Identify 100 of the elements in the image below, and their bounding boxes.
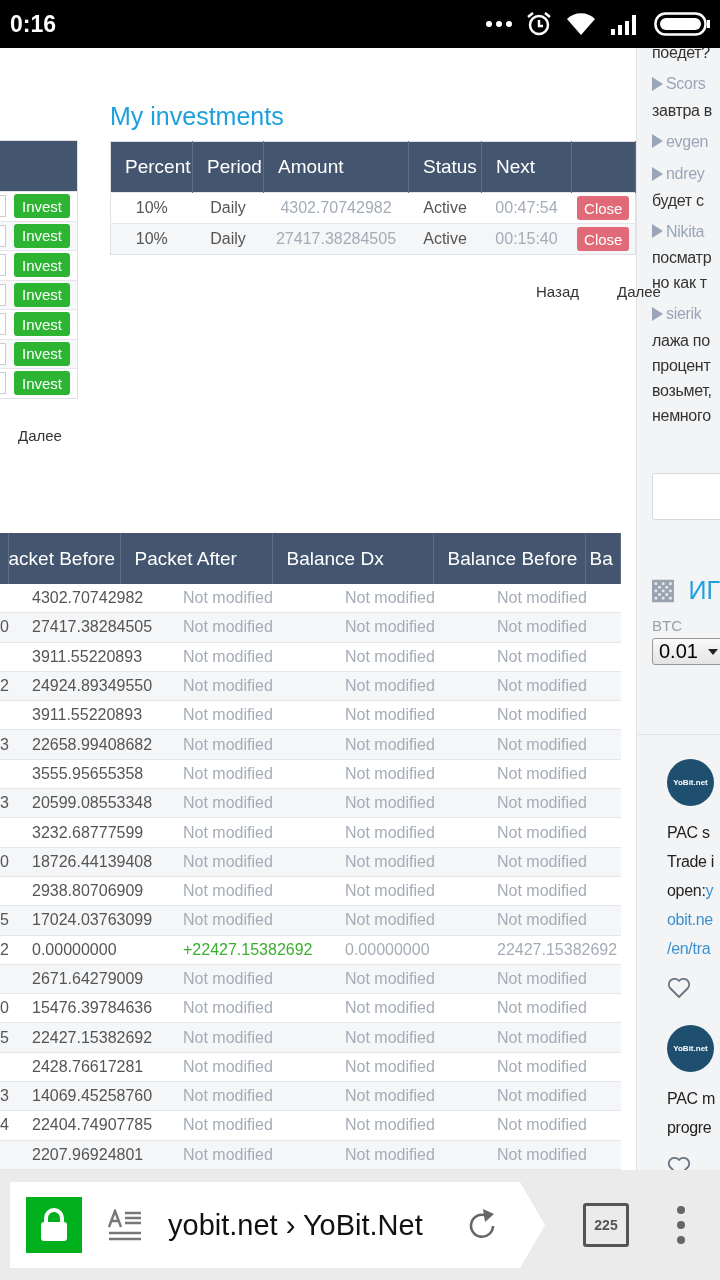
table-cell: Not modified <box>168 1110 330 1141</box>
close-button[interactable]: Close <box>577 227 630 251</box>
table-cell: 22427.15382692 <box>8 1022 168 1053</box>
table-cell: 2 <box>0 940 9 958</box>
chat-message: немного <box>652 405 712 426</box>
column-header: Next <box>481 141 572 193</box>
menu-icon[interactable] <box>677 1206 685 1244</box>
table-cell: Not modified <box>330 964 482 994</box>
invest-button[interactable]: Invest <box>14 194 70 219</box>
table-cell: Not modified <box>330 1140 482 1170</box>
avatar-logo: YoBit.net <box>667 759 714 806</box>
chat-username[interactable]: Nikita <box>652 218 705 244</box>
table-cell: 15476.39784636 <box>8 993 168 1023</box>
section-title: My investments <box>110 102 285 132</box>
table-cell: Not modified <box>168 847 330 877</box>
reader-icon[interactable] <box>108 1209 142 1241</box>
table-cell: Not modified <box>168 993 330 1023</box>
battery-icon <box>654 12 710 36</box>
post-link[interactable]: y <box>705 876 714 905</box>
lock-icon[interactable] <box>26 1197 82 1253</box>
table-cell: Not modified <box>330 993 482 1023</box>
table-cell: Not modified <box>168 1081 330 1111</box>
table-cell: 3 <box>0 1087 9 1105</box>
triangle-icon <box>652 166 663 181</box>
table-cell: 20599.08553348 <box>8 788 168 818</box>
table-cell: Not modified <box>168 671 330 701</box>
table-cell: 3555.95655358 <box>8 759 168 789</box>
table-cell: Not modified <box>330 584 482 613</box>
next-link[interactable]: Далее <box>18 426 62 444</box>
table-cell: Not modified <box>482 612 621 643</box>
table-cell: 3911.55220893 <box>8 642 168 672</box>
invest-button[interactable]: Invest <box>14 371 70 396</box>
chat-input-field[interactable] <box>652 473 720 520</box>
table-cell: Not modified <box>482 642 621 672</box>
table-cell: Not modified <box>330 905 482 936</box>
table-cell: Not modified <box>168 612 330 643</box>
table-cell: Not modified <box>482 584 621 613</box>
table-cell: Not modified <box>168 905 330 936</box>
amount-field[interactable] <box>0 342 6 365</box>
wifi-icon <box>566 12 596 36</box>
table-cell: Not modified <box>330 700 482 730</box>
chat-message: возьмет, <box>652 380 713 401</box>
chat-username[interactable]: Scors <box>652 71 706 96</box>
table-cell: 3 <box>0 735 9 753</box>
table-cell: 2428.76617281 <box>8 1052 168 1082</box>
heart-icon[interactable] <box>667 977 691 999</box>
post-text: PAC m <box>667 1089 715 1109</box>
triangle-icon <box>652 134 663 148</box>
chat-username[interactable]: ndrey <box>652 161 705 186</box>
invest-button[interactable]: Invest <box>14 223 70 248</box>
amount-field[interactable] <box>0 313 6 336</box>
column-header: Balance Before <box>433 533 585 584</box>
table-cell: 0.00000000 <box>8 935 168 965</box>
grid-icon <box>652 577 675 604</box>
amount-select[interactable]: 0.01 <box>652 638 720 665</box>
invest-button[interactable]: Invest <box>14 282 70 307</box>
chat-message: будет с <box>652 190 705 211</box>
table-cell: Not modified <box>482 700 621 730</box>
amount-field[interactable] <box>0 372 6 395</box>
table-cell: Not modified <box>482 671 621 701</box>
table-cell: Not modified <box>168 788 330 818</box>
post-link[interactable]: /en/tra <box>667 934 711 963</box>
table-cell: Not modified <box>330 788 482 818</box>
amount-field[interactable] <box>0 224 6 247</box>
post-link[interactable]: obit.ne <box>667 905 713 934</box>
post-text: PAC s <box>667 823 710 843</box>
back-link[interactable]: Назад <box>536 283 579 300</box>
avatar-logo: YoBit.net <box>667 1025 714 1072</box>
column-header: Packet After <box>120 533 272 584</box>
table-cell: 0.00000000 <box>330 935 482 965</box>
amount-field[interactable] <box>0 254 6 277</box>
table-cell: 22658.99408682 <box>8 730 168 760</box>
table-cell: Not modified <box>330 1110 482 1141</box>
table-cell: Not modified <box>482 993 621 1023</box>
invest-button[interactable]: Invest <box>14 341 70 366</box>
table-cell: Not modified <box>168 876 330 906</box>
tab-count[interactable]: 225 <box>583 1203 629 1247</box>
table-cell: +22427.15382692 <box>168 935 330 965</box>
table-cell: Not modified <box>482 1022 621 1053</box>
table-cell: 10% <box>110 223 193 255</box>
table-cell: Not modified <box>330 876 482 906</box>
table-cell: 22404.74907785 <box>8 1110 168 1141</box>
chat-username[interactable]: sierik <box>652 301 702 326</box>
post-text: Trade i <box>667 852 715 872</box>
amount-field[interactable] <box>0 283 6 306</box>
table-cell: Not modified <box>330 642 482 672</box>
table-cell: Not modified <box>168 759 330 789</box>
chat-username[interactable]: evgen <box>652 128 709 154</box>
table-cell: 5 <box>0 911 9 929</box>
post-text: open: <box>667 881 706 901</box>
column-header: Balance Dx <box>272 533 433 584</box>
invest-button[interactable]: Invest <box>14 312 70 337</box>
close-button[interactable]: Close <box>577 196 630 220</box>
invest-button[interactable]: Invest <box>14 253 70 278</box>
amount-field[interactable] <box>0 195 6 218</box>
table-cell: 4 <box>0 1116 9 1134</box>
table-cell: 2671.64279009 <box>8 964 168 994</box>
column-header: acket Before <box>8 533 120 584</box>
table-cell: 0 <box>0 852 9 870</box>
column-header: Amount <box>263 141 409 193</box>
